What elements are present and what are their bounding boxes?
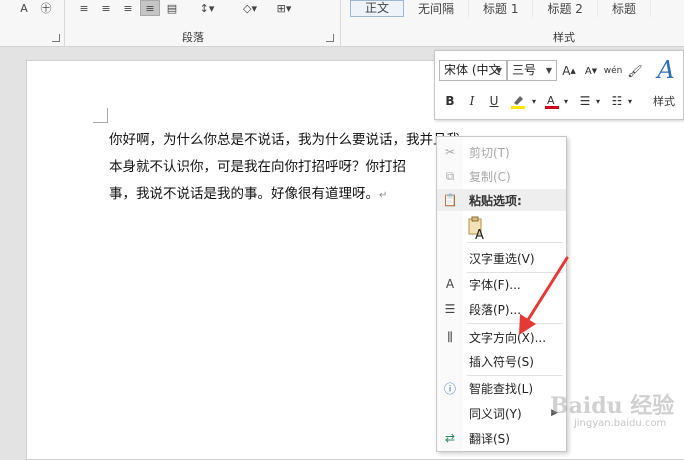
menu-item-paragraph[interactable]: ☰ 段落(P)... (437, 298, 566, 320)
menu-item-label: 段落(P)... (469, 302, 522, 317)
chevron-down-icon[interactable]: ▾ (625, 92, 635, 110)
chevron-down-icon[interactable]: ▾ (529, 92, 539, 110)
menu-item-label: 文字方向(X)... (469, 330, 547, 345)
bullets-icon[interactable]: ☰ (575, 92, 595, 110)
numbering-icon[interactable]: ☷ (607, 92, 627, 110)
ribbon: A ㊉ ≡ ≡ ≡ ≡ ▤ ↕▾ ◇▾ ⊞▾ 段落 正文 无间隔 标题 1 标题… (0, 0, 684, 47)
format-painter-icon[interactable]: 🖌 (626, 62, 644, 80)
paragraph-mark: ↵ (379, 190, 388, 201)
style-title[interactable]: 标题 (598, 0, 651, 17)
menu-item-translate[interactable]: ⇄ 翻译(S) (437, 427, 566, 449)
chevron-down-icon[interactable]: ▾ (593, 92, 603, 110)
clipboard-icon: 📋 (442, 193, 458, 207)
smart-lookup-icon: ⓘ (443, 381, 456, 396)
align-left-icon[interactable]: ≡ (74, 0, 94, 16)
font-name-combo[interactable]: 宋体 (中文 ▼ (439, 60, 507, 81)
italic-button[interactable]: I (463, 92, 481, 110)
chevron-down-icon[interactable]: ▼ (492, 61, 506, 80)
copy-icon: ⧉ (445, 168, 455, 183)
context-menu: ✂ 剪切(T) ⧉ 复制(C) 📋 粘贴选项: 汉字重选(V) A 字体(F).… (436, 136, 567, 452)
style-heading-1[interactable]: 标题 1 (469, 0, 534, 17)
menu-item-label: 字体(F)... (469, 277, 521, 292)
text-direction-icon: ⫼ (447, 329, 453, 344)
ribbon-separator (340, 0, 341, 46)
styles-group-label: 样式 (553, 31, 575, 44)
style-gallery: 正文 无间隔 标题 1 标题 2 标题 (350, 0, 684, 17)
phonetic-guide-icon[interactable]: wén (604, 62, 623, 80)
chevron-down-icon[interactable]: ▼ (542, 61, 556, 80)
document-line: 事，我说不说话是我的事。好像很有道理呀。↵ (109, 181, 489, 208)
menu-item-insert-symbol[interactable]: 插入符号(S) (437, 350, 566, 372)
align-center-icon[interactable]: ≡ (96, 0, 116, 16)
bold-button[interactable]: B (441, 92, 459, 110)
font-icon: A (445, 277, 455, 291)
menu-divider (467, 323, 563, 324)
menu-item-smart-lookup[interactable]: ⓘ 智能查找(L) (437, 377, 566, 399)
styles-icon[interactable]: A (653, 56, 679, 84)
menu-divider (467, 375, 563, 376)
highlight-icon[interactable] (507, 92, 531, 110)
paragraph-dialog-launcher[interactable] (326, 34, 334, 42)
document-body[interactable]: 你好啊，为什么你总是不说话，我为什么要说话，我并且我 本身就不认识你，可是我在向… (109, 127, 489, 208)
shading-icon[interactable]: ◇▾ (236, 0, 264, 16)
menu-item-label: 复制(C) (469, 169, 511, 184)
font-style-a-icon[interactable]: A (14, 0, 34, 16)
underline-button[interactable]: U (485, 92, 503, 110)
shrink-font-icon[interactable]: A ▼ (582, 62, 600, 80)
enclose-character-icon[interactable]: ㊉ (36, 0, 56, 16)
menu-item-label: 智能查找(L) (469, 381, 534, 396)
menu-item-font[interactable]: A 字体(F)... (437, 273, 566, 295)
chevron-down-icon[interactable]: ▾ (561, 92, 571, 110)
font-size-value: 三号 (512, 63, 537, 77)
line-spacing-icon[interactable]: ↕▾ (194, 0, 220, 16)
style-no-spacing[interactable]: 无间隔 (404, 0, 470, 17)
document-line: 本身就不认识你，可是我在向你打招呼呀？你打招 (109, 159, 406, 175)
font-size-combo[interactable]: 三号 ▼ (507, 60, 557, 81)
baidu-watermark: Baidu 经验 (550, 393, 675, 419)
svg-text:A: A (547, 94, 555, 107)
scissors-icon: ✂ (444, 145, 456, 159)
style-heading-2[interactable]: 标题 2 (533, 0, 598, 17)
menu-header-paste-options: 📋 粘贴选项: (437, 189, 566, 211)
font-color-icon[interactable]: A (541, 92, 563, 110)
distributed-icon[interactable]: ▤ (162, 0, 182, 16)
menu-item-synonyms[interactable]: 同义词(Y) ▶ (437, 402, 566, 424)
menu-item-copy[interactable]: ⧉ 复制(C) (437, 165, 566, 187)
borders-icon[interactable]: ⊞▾ (270, 0, 298, 16)
style-normal[interactable]: 正文 (350, 0, 405, 17)
ribbon-separator (64, 0, 65, 46)
justify-icon[interactable]: ≡ (140, 0, 160, 16)
menu-divider (467, 242, 563, 243)
document-line-text: 事，我说不说话是我的事。好像很有道理呀。 (109, 186, 379, 202)
menu-item-label: 插入符号(S) (469, 354, 534, 369)
paragraph-icon: ☰ (444, 302, 456, 316)
menu-header-label: 粘贴选项: (469, 193, 522, 208)
menu-item-text-direction[interactable]: ⫼ 文字方向(X)... (437, 326, 566, 348)
margin-corner-mark (93, 108, 108, 123)
menu-item-label: 翻译(S) (469, 431, 510, 446)
paragraph-group-label: 段落 (182, 31, 204, 44)
menu-item-reconvert[interactable]: 汉字重选(V) (437, 247, 566, 269)
svg-text:A: A (475, 228, 484, 240)
menu-item-cut[interactable]: ✂ 剪切(T) (437, 141, 566, 163)
paste-keep-text-only-icon[interactable]: A (467, 216, 487, 243)
mini-toolbar: 宋体 (中文 ▼ 三号 ▼ A ▲ A ▼ wén 🖌 A B I U ▾ A ▾ … (434, 50, 684, 120)
styles-label[interactable]: 样式 (653, 93, 675, 109)
align-right-icon[interactable]: ≡ (118, 0, 138, 16)
menu-item-label: 汉字重选(V) (469, 251, 535, 266)
baidu-watermark-url: jingyan.baidu.com (574, 418, 667, 429)
grow-font-icon[interactable]: A ▲ (560, 62, 578, 80)
translate-icon: ⇄ (444, 431, 456, 445)
menu-item-label: 剪切(T) (469, 145, 510, 160)
menu-item-label: 同义词(Y) (469, 406, 522, 421)
font-dialog-launcher[interactable] (52, 34, 60, 42)
document-line: 你好啊，为什么你总是不说话，我为什么要说话，我并且我 (109, 132, 460, 148)
